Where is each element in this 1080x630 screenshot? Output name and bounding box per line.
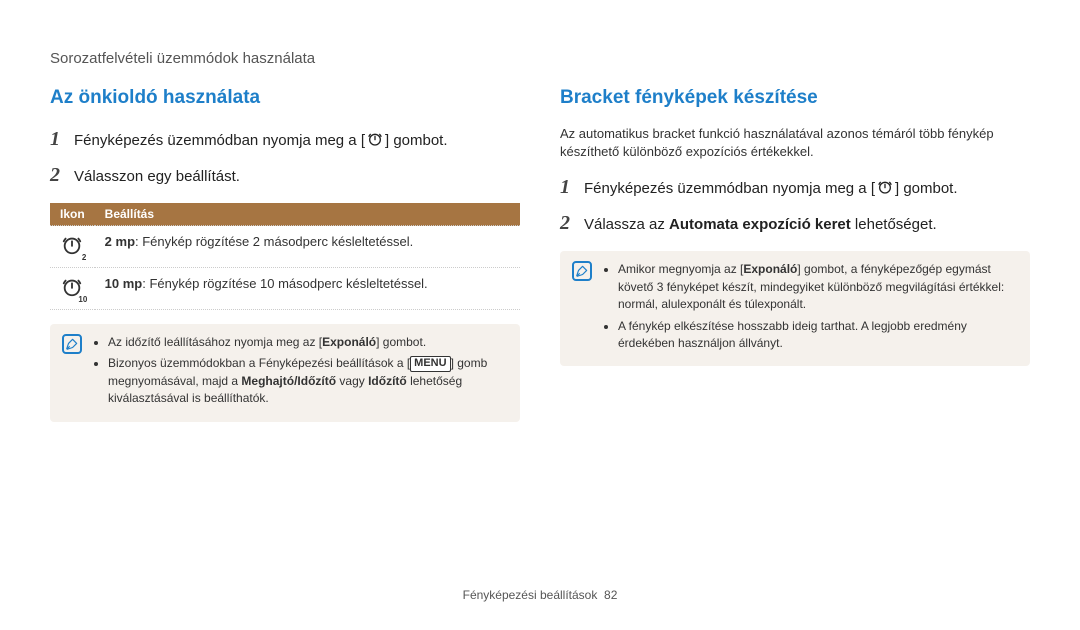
right-column: Bracket fényképek készítése Az automatik… [560,87,1030,422]
table-row: 2 2 mp: Fénykép rögzítése 2 másodperc ké… [50,226,520,268]
right-step-1: 1 Fényképezés üzemmódban nyomja meg a []… [560,173,1030,201]
step-text: Válassza az Automata expozíció keret leh… [584,214,1030,235]
table-cell: 2 mp: Fénykép rögzítése 2 másodperc késl… [95,226,520,268]
right-note-list: Amikor megnyomja az [Exponáló] gombot, a… [602,261,1018,356]
left-note-list: Az időzítő leállításához nyomja meg az [… [92,334,508,412]
settings-table: Ikon Beállítás 2 2 mp: Fénykép r [50,203,520,310]
left-step-2: 2 Válasszon egy beállítást. [50,161,520,189]
timer-icon [877,179,893,195]
note-item: Az időzítő leállításához nyomja meg az [… [108,334,508,351]
note-item: Amikor megnyomja az [Exponáló] gombot, a… [618,261,1018,313]
page-breadcrumb: Sorozatfelvételi üzemmódok használata [50,50,1030,67]
step-number: 2 [50,161,74,189]
menu-button-label: MENU [410,356,450,371]
info-icon [572,261,592,281]
info-icon [62,334,82,354]
step-number: 1 [560,173,584,201]
page-footer: Fényképezési beállítások 82 [0,588,1080,602]
step-text: Fényképezés üzemmódban nyomja meg a [] g… [74,130,520,151]
left-section-title: Az önkioldó használata [50,87,520,109]
timer-2-icon: 2 [50,226,95,268]
timer-icon [367,131,383,147]
step-number: 1 [50,125,74,153]
table-head-icon: Ikon [50,203,95,226]
right-note-box: Amikor megnyomja az [Exponáló] gombot, a… [560,251,1030,366]
right-steps: 1 Fényképezés üzemmódban nyomja meg a []… [560,173,1030,237]
step-text: Fényképezés üzemmódban nyomja meg a [] g… [584,178,1030,199]
table-row: 10 10 mp: Fénykép rögzítése 10 másodperc… [50,268,520,310]
note-item: Bizonyos üzemmódokban a Fényképezési beá… [108,355,508,407]
footer-section: Fényképezési beállítások [463,588,598,602]
footer-page-number: 82 [604,588,617,602]
right-intro: Az automatikus bracket funkció használat… [560,125,1030,161]
table-cell: 10 mp: Fénykép rögzítése 10 másodperc ké… [95,268,520,310]
step-number: 2 [560,209,584,237]
left-step-1: 1 Fényképezés üzemmódban nyomja meg a []… [50,125,520,153]
table-head-setting: Beállítás [95,203,520,226]
note-item: A fénykép elkészítése hosszabb ideig tar… [618,318,1018,353]
right-step-2: 2 Válassza az Automata expozíció keret l… [560,209,1030,237]
left-note-box: Az időzítő leállításához nyomja meg az [… [50,324,520,422]
left-column: Az önkioldó használata 1 Fényképezés üze… [50,87,520,422]
right-section-title: Bracket fényképek készítése [560,87,1030,109]
left-steps: 1 Fényképezés üzemmódban nyomja meg a []… [50,125,520,189]
timer-10-icon: 10 [50,268,95,310]
step-text: Válasszon egy beállítást. [74,166,520,187]
